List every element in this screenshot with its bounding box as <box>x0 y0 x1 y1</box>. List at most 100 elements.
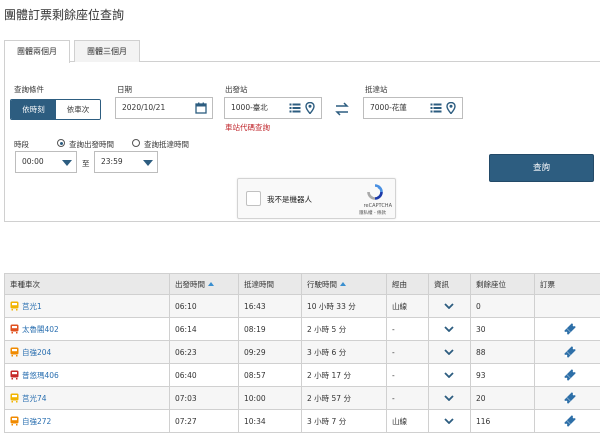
recaptcha-terms-link[interactable]: 隱私權 - 條款 <box>359 210 386 216</box>
calendar-icon[interactable] <box>195 102 207 114</box>
arrival-station-input[interactable]: 7000-花蓮 <box>363 97 463 119</box>
cell-booking <box>534 363 600 387</box>
cell-info <box>428 317 471 341</box>
cell-via: 山線 <box>386 409 429 433</box>
page-title: 團體訂票剩餘座位查詢 <box>4 8 125 22</box>
cell-booking <box>534 294 600 318</box>
cell-seats: 93 <box>470 363 535 387</box>
cell-departure: 06:23 <box>169 340 239 364</box>
ticket-icon[interactable] <box>564 415 576 427</box>
train-icon <box>10 416 19 425</box>
train-number-link[interactable]: 普悠瑪406 <box>22 371 59 380</box>
cell-seats: 116 <box>470 409 535 433</box>
chevron-down-icon <box>143 160 153 166</box>
departure-label: 出發站 <box>225 85 248 94</box>
query-mode-toggle: 依時刻 依車次 <box>10 99 101 120</box>
cell-seats: 0 <box>470 294 535 318</box>
cell-departure: 07:27 <box>169 409 239 433</box>
query-condition-label: 查詢條件 <box>14 85 44 94</box>
chevron-down-icon[interactable] <box>444 303 454 309</box>
date-input[interactable]: 2020/10/21 <box>115 97 213 119</box>
table-row: 莒光1 06:10 16:43 10 小時 33 分山線 0 <box>4 294 600 318</box>
cell-arrival: 08:57 <box>238 363 302 387</box>
recaptcha-widget: 我不是機器人 reCAPTCHA 隱私權 - 條款 <box>237 178 396 219</box>
radio-arrival-time-label: 查詢抵達時間 <box>144 140 189 149</box>
ticket-icon[interactable] <box>564 323 576 335</box>
recaptcha-logo-icon <box>367 184 383 200</box>
cell-duration: 10 小時 33 分 <box>301 294 387 318</box>
cell-info <box>428 363 471 387</box>
chevron-down-icon[interactable] <box>444 372 454 378</box>
table-row: 太魯閣402 06:14 08:19 2 小時 5 分 - 30 <box>4 317 600 341</box>
cell-duration: 3 小時 7 分 <box>301 409 387 433</box>
chevron-down-icon[interactable] <box>444 349 454 355</box>
train-number-link[interactable]: 自強272 <box>22 417 51 426</box>
mode-by-train-button[interactable]: 依車次 <box>56 100 100 119</box>
col-header-departure[interactable]: 出發時間 <box>169 273 239 295</box>
tab-three-months[interactable]: 團體三個月 <box>74 40 140 62</box>
col-header-booking: 訂票 <box>534 273 600 295</box>
cell-departure: 06:14 <box>169 317 239 341</box>
cell-via: - <box>386 317 429 341</box>
cell-train: 莒光1 <box>4 294 170 318</box>
train-icon <box>10 370 19 379</box>
ticket-icon[interactable] <box>564 369 576 381</box>
time-from-value: 00:00 <box>22 157 44 166</box>
recaptcha-brand: reCAPTCHA <box>363 203 392 209</box>
map-pin-icon[interactable] <box>304 102 316 114</box>
cell-train: 自強272 <box>4 409 170 433</box>
time-to-select[interactable]: 23:59 <box>94 151 158 173</box>
cell-departure: 07:03 <box>169 386 239 410</box>
col-header-seats: 剩餘座位 <box>470 273 535 295</box>
sort-ascending-icon <box>208 281 214 286</box>
ticket-icon[interactable] <box>564 392 576 404</box>
station-code-link[interactable]: 車站代碼查詢 <box>225 122 270 133</box>
ticket-icon[interactable] <box>564 346 576 358</box>
swap-stations-icon[interactable] <box>334 102 350 116</box>
tab-two-months[interactable]: 團體兩個月 <box>4 40 70 63</box>
cell-departure: 06:40 <box>169 363 239 387</box>
cell-booking <box>534 386 600 410</box>
col-header-duration[interactable]: 行駛時間 <box>301 273 387 295</box>
mode-by-time-button[interactable]: 依時刻 <box>11 100 56 119</box>
cell-booking <box>534 409 600 433</box>
results-table: 車種車次 出發時間 抵達時間 行駛時間 經由 資訊 剩餘座位 訂票 莒光1 06:… <box>4 273 600 433</box>
train-number-link[interactable]: 莒光1 <box>22 302 42 311</box>
train-number-link[interactable]: 太魯閣402 <box>22 325 59 334</box>
table-row: 莒光74 07:03 10:00 2 小時 57 分 - 20 <box>4 386 600 410</box>
query-button[interactable]: 查詢 <box>489 154 594 182</box>
chevron-down-icon[interactable] <box>444 395 454 401</box>
cell-arrival: 09:29 <box>238 340 302 364</box>
cell-info <box>428 386 471 410</box>
radio-arrival-time[interactable] <box>132 139 140 147</box>
chevron-down-icon[interactable] <box>444 326 454 332</box>
table-row: 自強204 06:23 09:29 3 小時 6 分 - 88 <box>4 340 600 364</box>
arrival-value: 7000-花蓮 <box>370 103 407 112</box>
cell-departure: 06:10 <box>169 294 239 318</box>
train-number-link[interactable]: 自強204 <box>22 348 51 357</box>
cell-train: 自強204 <box>4 340 170 364</box>
col-header-arrival[interactable]: 抵達時間 <box>238 273 302 295</box>
cell-seats: 20 <box>470 386 535 410</box>
map-pin-icon[interactable] <box>445 102 457 114</box>
cell-via: - <box>386 340 429 364</box>
list-icon[interactable] <box>430 102 442 114</box>
col-header-train[interactable]: 車種車次 <box>4 273 170 295</box>
chevron-down-icon <box>62 160 72 166</box>
list-icon[interactable] <box>289 102 301 114</box>
table-header-row: 車種車次 出發時間 抵達時間 行駛時間 經由 資訊 剩餘座位 訂票 <box>4 273 600 295</box>
cell-duration: 2 小時 5 分 <box>301 317 387 341</box>
radio-departure-time[interactable] <box>57 139 65 147</box>
cell-train: 莒光74 <box>4 386 170 410</box>
train-icon <box>10 324 19 333</box>
departure-station-input[interactable]: 1000-臺北 <box>224 97 322 119</box>
train-number-link[interactable]: 莒光74 <box>22 394 47 403</box>
date-value: 2020/10/21 <box>122 103 166 112</box>
cell-booking <box>534 317 600 341</box>
recaptcha-checkbox[interactable] <box>246 191 261 206</box>
cell-duration: 3 小時 6 分 <box>301 340 387 364</box>
cell-arrival: 10:34 <box>238 409 302 433</box>
col-header-via: 經由 <box>386 273 429 295</box>
chevron-down-icon[interactable] <box>444 418 454 424</box>
time-from-select[interactable]: 00:00 <box>15 151 77 173</box>
